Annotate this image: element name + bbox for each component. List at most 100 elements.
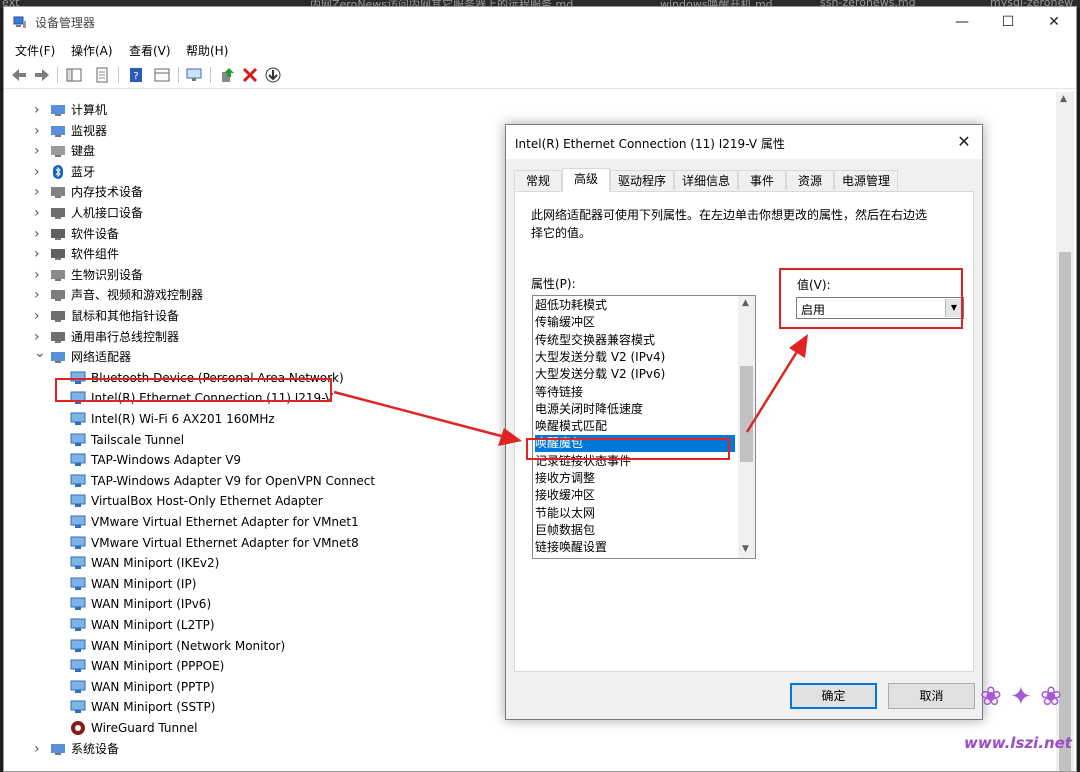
tree-item-label: 系统设备 bbox=[71, 741, 120, 756]
network-adapter-icon bbox=[70, 474, 86, 487]
scroll-up-icon[interactable]: ▲ bbox=[742, 298, 749, 308]
tree-category[interactable]: › 系统设备 bbox=[4, 739, 1004, 759]
tree-item-label: TAP-Windows Adapter V9 bbox=[91, 453, 242, 468]
chevron-right-icon[interactable]: › bbox=[34, 203, 44, 223]
scroll-down-icon[interactable]: ▼ bbox=[742, 544, 749, 554]
property-list-item[interactable]: 大型发送分载 V2 (IPv4) bbox=[535, 349, 735, 366]
dialog-title: Intel(R) Ethernet Connection (11) I219-V… bbox=[515, 137, 785, 151]
property-list-scrollbar[interactable]: ▲ ▼ bbox=[738, 296, 755, 558]
menu-file[interactable]: 文件(F) bbox=[15, 42, 55, 59]
property-list-item[interactable]: 超低功耗模式 bbox=[535, 297, 735, 314]
chevron-right-icon[interactable]: › bbox=[34, 739, 44, 759]
window-title: 设备管理器 bbox=[35, 16, 96, 30]
tree-item-label: 蓝牙 bbox=[71, 164, 96, 179]
network-adapter-icon bbox=[70, 515, 86, 528]
annotation-box-value bbox=[779, 268, 963, 329]
menu-action[interactable]: 操作(A) bbox=[71, 42, 113, 59]
property-list-item[interactable]: 巨帧数据包 bbox=[535, 522, 735, 539]
minimize-button[interactable]: — bbox=[939, 7, 985, 37]
ok-button[interactable]: 确定 bbox=[790, 683, 877, 709]
chevron-right-icon[interactable]: › bbox=[34, 162, 44, 182]
property-list-item[interactable]: 电源关闭时降低速度 bbox=[535, 401, 735, 418]
toolbar-separator bbox=[57, 67, 58, 83]
chevron-right-icon[interactable]: › bbox=[34, 121, 44, 141]
properties-dialog: Intel(R) Ethernet Connection (11) I219-V… bbox=[505, 124, 983, 720]
keyboard-icon bbox=[51, 146, 65, 158]
uninstall-x-icon[interactable] bbox=[240, 65, 260, 85]
tree-item-label: VirtualBox Host-Only Ethernet Adapter bbox=[91, 494, 323, 509]
network-adapter-icon bbox=[70, 556, 86, 570]
mouse-icon bbox=[51, 311, 65, 322]
property-list-item[interactable]: 传输缓冲区 bbox=[535, 314, 735, 331]
property-list-item[interactable]: 接收缓冲区 bbox=[535, 487, 735, 504]
tree-item-label: WAN Miniport (PPTP) bbox=[91, 679, 215, 694]
property-list-item[interactable]: 链接唤醒设置 bbox=[535, 539, 735, 556]
dialog-tabs: 常规 高级 驱动程序 详细信息 事件 资源 电源管理 bbox=[514, 168, 974, 192]
chevron-right-icon[interactable]: › bbox=[34, 141, 44, 161]
tree-item-label: 计算机 bbox=[71, 103, 108, 117]
scrollbar-thumb[interactable] bbox=[740, 366, 753, 462]
chevron-right-icon[interactable]: › bbox=[34, 244, 44, 264]
tree-item-label: 网络适配器 bbox=[71, 350, 132, 365]
property-list-item[interactable]: 节能以太网 bbox=[535, 505, 735, 522]
network-adapter-icon bbox=[70, 453, 86, 467]
tree-item[interactable]: WireGuard Tunnel bbox=[4, 718, 1004, 738]
tree-item-label: WAN Miniport (IKEv2) bbox=[91, 556, 220, 571]
tree-item-label: VMware Virtual Ethernet Adapter for VMne… bbox=[91, 535, 359, 550]
scroll-up-icon[interactable]: ▲ bbox=[1060, 94, 1067, 104]
tab-general[interactable]: 常规 bbox=[514, 170, 562, 190]
tab-events[interactable]: 事件 bbox=[738, 170, 786, 190]
toolbar-separator bbox=[210, 67, 211, 83]
svg-text:?: ? bbox=[133, 71, 138, 82]
chevron-right-icon[interactable]: › bbox=[34, 306, 44, 326]
tree-item-label: VMware Virtual Ethernet Adapter for VMne… bbox=[91, 515, 359, 529]
forward-arrow-icon[interactable] bbox=[32, 65, 52, 85]
tree-category[interactable]: › 计算机 bbox=[4, 100, 1004, 120]
property-list[interactable]: 链接唤醒设置 巨帧数据包 节能以太网 接收缓冲区 接收方调整 记录链接状态事件 唤醒魔包 唤醒… bbox=[532, 295, 756, 559]
property-list-item[interactable]: 等待链接 bbox=[535, 384, 735, 401]
menu-view[interactable]: 查看(V) bbox=[129, 42, 171, 59]
chevron-right-icon[interactable]: › bbox=[34, 182, 44, 202]
network-adapter-icon bbox=[70, 618, 86, 631]
tab-driver[interactable]: 驱动程序 bbox=[610, 170, 674, 190]
show-hide-tree-icon[interactable] bbox=[64, 65, 84, 85]
back-arrow-icon[interactable] bbox=[9, 65, 29, 85]
tree-item-label: 监视器 bbox=[71, 123, 108, 138]
tree-item-label: 鼠标和其他指针设备 bbox=[71, 309, 180, 323]
network-adapter-icon bbox=[70, 659, 86, 673]
chevron-right-icon[interactable]: › bbox=[34, 285, 44, 305]
help-icon[interactable]: ? bbox=[126, 65, 146, 85]
bluetooth-icon bbox=[53, 164, 63, 179]
menu-help[interactable]: 帮助(H) bbox=[186, 42, 228, 59]
download-icon[interactable] bbox=[263, 65, 283, 85]
property-list-item[interactable]: 唤醒模式匹配 bbox=[535, 418, 735, 435]
view-list-icon[interactable] bbox=[152, 65, 172, 85]
tree-item-label: 生物识别设备 bbox=[71, 267, 144, 282]
chevron-right-icon[interactable]: › bbox=[34, 100, 44, 120]
tree-item-label: 键盘 bbox=[71, 144, 96, 159]
chevron-right-icon[interactable]: › bbox=[34, 224, 44, 244]
properties-sheet-icon[interactable] bbox=[92, 65, 112, 85]
tree-item-label: WAN Miniport (SSTP) bbox=[91, 700, 216, 715]
tree-item-label: WAN Miniport (IP) bbox=[91, 576, 197, 591]
scan-hardware-icon[interactable] bbox=[184, 65, 204, 85]
property-list-item[interactable]: 接收方调整 bbox=[535, 470, 735, 487]
chevron-right-icon[interactable]: › bbox=[34, 265, 44, 285]
dialog-title-bar: Intel(R) Ethernet Connection (11) I219-V… bbox=[506, 125, 982, 159]
dialog-close-button[interactable]: ✕ bbox=[946, 125, 982, 159]
tree-scrollbar[interactable]: ▲ bbox=[1056, 92, 1074, 771]
tab-power-management[interactable]: 电源管理 bbox=[834, 170, 898, 190]
chevron-down-icon[interactable]: ⌄ bbox=[34, 343, 46, 363]
update-driver-icon[interactable] bbox=[217, 65, 237, 85]
annotation-box-property bbox=[526, 438, 730, 460]
tab-details[interactable]: 详细信息 bbox=[674, 170, 738, 190]
property-list-item[interactable]: 传统型交换器兼容模式 bbox=[535, 332, 735, 349]
hid-icon bbox=[51, 208, 65, 219]
watermark-text: www.lszi.net bbox=[964, 734, 1072, 752]
property-list-item[interactable]: 大型发送分载 V2 (IPv6) bbox=[535, 366, 735, 383]
close-button[interactable]: ✕ bbox=[1031, 7, 1076, 37]
tab-advanced[interactable]: 高级 bbox=[562, 168, 610, 192]
tree-item-label: WAN Miniport (PPPOE) bbox=[91, 659, 225, 674]
tab-resources[interactable]: 资源 bbox=[786, 170, 834, 190]
maximize-button[interactable]: ☐ bbox=[985, 7, 1031, 37]
